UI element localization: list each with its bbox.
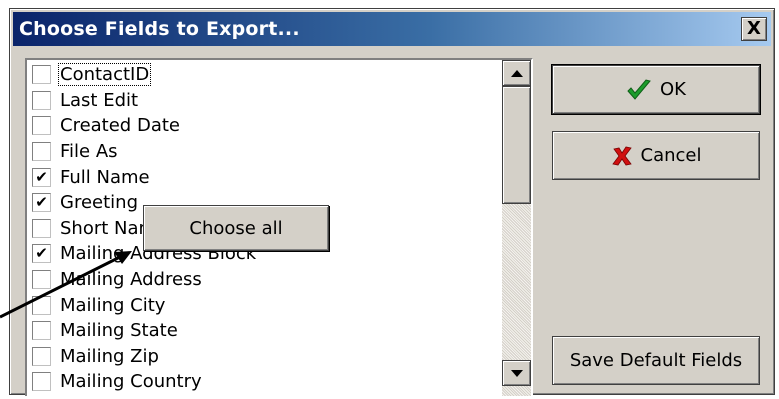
cancel-button[interactable]: Cancel bbox=[552, 131, 760, 180]
vertical-scrollbar[interactable] bbox=[502, 60, 531, 396]
field-checkbox[interactable]: ✔ bbox=[32, 167, 51, 187]
choose-fields-dialog: Choose Fields to Export... X ContactID La… bbox=[9, 8, 775, 396]
list-item[interactable]: Mailing Address bbox=[29, 267, 499, 293]
field-checkbox[interactable] bbox=[32, 372, 51, 392]
field-label: Mailing Country bbox=[60, 371, 202, 393]
field-checkbox[interactable] bbox=[32, 295, 51, 315]
list-item[interactable]: Last Edit bbox=[29, 88, 499, 114]
field-label: Mailing Zip bbox=[60, 345, 159, 367]
field-checkbox[interactable] bbox=[32, 218, 51, 238]
field-label: ContactID bbox=[57, 63, 152, 87]
list-item[interactable]: File As bbox=[29, 139, 499, 165]
scroll-up-button[interactable] bbox=[502, 60, 531, 86]
field-label: Mailing State bbox=[60, 320, 178, 342]
field-label: Last Edit bbox=[60, 89, 139, 111]
field-checkbox[interactable] bbox=[32, 90, 51, 110]
field-checkbox[interactable]: ✔ bbox=[32, 193, 51, 213]
choose-all-menu-item[interactable]: Choose all bbox=[143, 205, 329, 251]
list-item[interactable]: Created Date bbox=[29, 113, 499, 139]
list-item[interactable]: ✔ Full Name bbox=[29, 164, 499, 190]
field-label: Greeting bbox=[60, 192, 138, 214]
dialog-title: Choose Fields to Export... bbox=[19, 18, 300, 40]
list-item[interactable]: Mailing Country bbox=[29, 369, 499, 395]
cancel-label: Cancel bbox=[640, 145, 702, 166]
field-label: Created Date bbox=[60, 115, 180, 137]
field-checkbox[interactable] bbox=[32, 270, 51, 290]
checkmark-icon bbox=[627, 78, 651, 100]
ok-button[interactable]: OK bbox=[551, 64, 761, 115]
field-checkbox[interactable] bbox=[32, 346, 51, 366]
list-item[interactable]: Mailing City bbox=[29, 292, 499, 318]
ok-label: OK bbox=[660, 79, 686, 100]
down-arrow-icon bbox=[510, 369, 523, 377]
field-checkbox[interactable] bbox=[32, 142, 51, 162]
field-label: Mailing City bbox=[60, 294, 166, 316]
up-arrow-icon bbox=[510, 69, 523, 77]
close-button[interactable]: X bbox=[741, 17, 767, 41]
choose-all-label: Choose all bbox=[189, 217, 283, 239]
field-label: Full Name bbox=[60, 166, 150, 188]
field-label: Mailing Address bbox=[60, 269, 202, 291]
field-checkbox[interactable] bbox=[32, 116, 51, 136]
title-bar[interactable]: Choose Fields to Export... X bbox=[13, 12, 771, 46]
save-default-label: Save Default Fields bbox=[569, 350, 743, 371]
save-default-fields-button[interactable]: Save Default Fields bbox=[552, 336, 760, 385]
field-checkbox[interactable] bbox=[32, 321, 51, 341]
scroll-thumb[interactable] bbox=[502, 86, 531, 204]
list-item[interactable]: Mailing State bbox=[29, 318, 499, 344]
scroll-down-button[interactable] bbox=[502, 360, 531, 386]
list-item[interactable]: ContactID bbox=[29, 62, 499, 88]
close-icon: X bbox=[747, 18, 761, 39]
list-item[interactable]: Mailing Zip bbox=[29, 344, 499, 370]
field-checkbox[interactable] bbox=[32, 65, 51, 85]
field-checkbox[interactable]: ✔ bbox=[32, 244, 51, 264]
x-icon bbox=[611, 146, 632, 165]
field-label: File As bbox=[60, 141, 118, 163]
